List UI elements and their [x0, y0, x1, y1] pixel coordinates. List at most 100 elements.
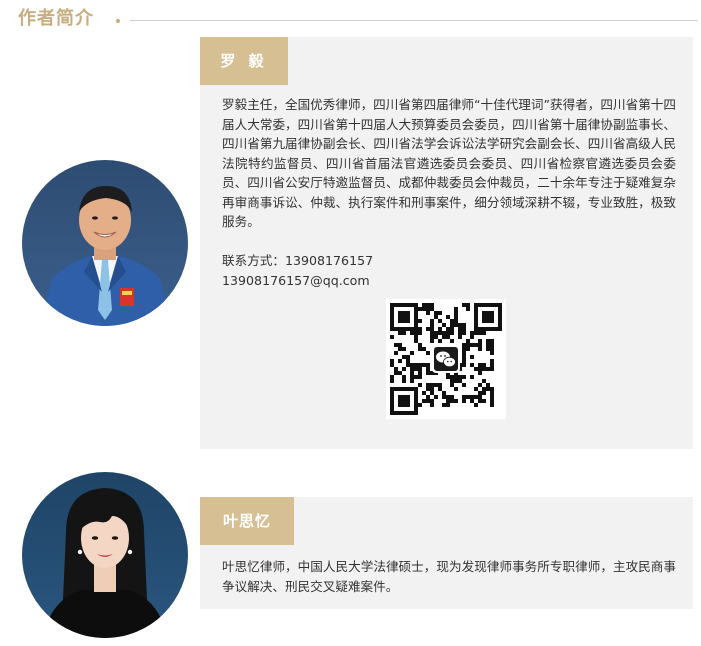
qr-module — [490, 339, 494, 343]
qr-module — [486, 347, 490, 351]
qr-module — [410, 371, 414, 375]
qr-module — [414, 339, 418, 343]
qr-module — [418, 371, 422, 375]
qr-module — [434, 311, 438, 315]
qr-module — [422, 347, 426, 351]
qr-module — [470, 363, 474, 367]
qr-module — [430, 403, 434, 407]
qr-module — [482, 363, 486, 367]
qr-module — [478, 391, 482, 395]
qr-module — [434, 335, 438, 339]
qr-module — [450, 319, 454, 323]
qr-module — [470, 343, 474, 347]
qr-module — [450, 327, 454, 331]
qr-module — [482, 391, 486, 395]
qr-finder-top-left — [390, 303, 418, 331]
qr-module — [426, 395, 430, 399]
qr-module — [446, 315, 450, 319]
qr-module — [474, 343, 478, 347]
qr-module — [486, 343, 490, 347]
qr-module — [458, 323, 462, 327]
qr-module — [394, 367, 398, 371]
qr-module — [410, 375, 414, 379]
qr-module — [470, 335, 474, 339]
qr-module — [426, 363, 430, 367]
qr-module — [410, 363, 414, 367]
qr-module — [490, 403, 494, 407]
qr-module — [422, 391, 426, 395]
author-name-tab: 罗 毅 — [200, 37, 288, 85]
qr-module — [390, 363, 394, 367]
qr-module — [490, 387, 494, 391]
qr-module — [442, 403, 446, 407]
qr-module — [430, 339, 434, 343]
qr-module — [418, 343, 422, 347]
author-bio: 叶思忆律师，中国人民大学法律硕士，现为发现律师事务所专职律师，主攻民商事争议解决… — [222, 559, 676, 594]
qr-module — [478, 363, 482, 367]
qr-module — [490, 395, 494, 399]
qr-module — [462, 383, 466, 387]
qr-module — [422, 399, 426, 403]
qr-module — [438, 311, 442, 315]
qr-module — [418, 307, 422, 311]
qr-module — [402, 379, 406, 383]
qr-module — [422, 303, 426, 307]
qr-module — [466, 343, 470, 347]
author-name-tab: 叶思忆 — [200, 497, 294, 545]
qr-module — [490, 367, 494, 371]
qr-module — [478, 339, 482, 343]
qr-module — [402, 367, 406, 371]
qr-module — [418, 375, 422, 379]
qr-module — [458, 327, 462, 331]
qr-module — [454, 315, 458, 319]
qr-module — [462, 331, 466, 335]
qr-module — [434, 315, 438, 319]
qr-module — [442, 335, 446, 339]
qr-module — [470, 399, 474, 403]
qr-module — [450, 375, 454, 379]
qr-module — [462, 355, 466, 359]
qr-module — [474, 331, 478, 335]
qr-module — [442, 391, 446, 395]
qr-module — [466, 303, 470, 307]
qr-module — [390, 375, 394, 379]
qr-module — [438, 387, 442, 391]
qr-module — [462, 375, 466, 379]
qr-module — [426, 387, 430, 391]
qr-module — [490, 391, 494, 395]
qr-module — [426, 371, 430, 375]
qr-module — [462, 347, 466, 351]
qr-module — [486, 367, 490, 371]
avatar-luo-yi — [22, 160, 188, 326]
qr-module — [414, 363, 418, 367]
qr-module — [474, 403, 478, 407]
qr-module — [410, 331, 414, 335]
qr-module — [394, 351, 398, 355]
wechat-qr-code — [386, 299, 506, 419]
qr-module — [430, 327, 434, 331]
qr-module — [390, 379, 394, 383]
qr-module — [474, 387, 478, 391]
qr-module — [462, 359, 466, 363]
qr-module — [438, 339, 442, 343]
qr-module — [430, 335, 434, 339]
qr-module — [458, 379, 462, 383]
wechat-icon — [432, 345, 460, 373]
qr-module — [430, 307, 434, 311]
qr-module — [390, 359, 394, 363]
qr-module — [462, 343, 466, 347]
author-contact-phone: 联系方式：13908176157 — [222, 253, 374, 268]
qr-module — [418, 319, 422, 323]
qr-module — [470, 355, 474, 359]
qr-module — [458, 335, 462, 339]
qr-module — [430, 399, 434, 403]
qr-module — [426, 399, 430, 403]
qr-module — [454, 387, 458, 391]
qr-module — [486, 387, 490, 391]
qr-module — [426, 303, 430, 307]
qr-module — [490, 359, 494, 363]
qr-module — [478, 331, 482, 335]
qr-module — [446, 331, 450, 335]
qr-module — [450, 379, 454, 383]
qr-module — [406, 359, 410, 363]
